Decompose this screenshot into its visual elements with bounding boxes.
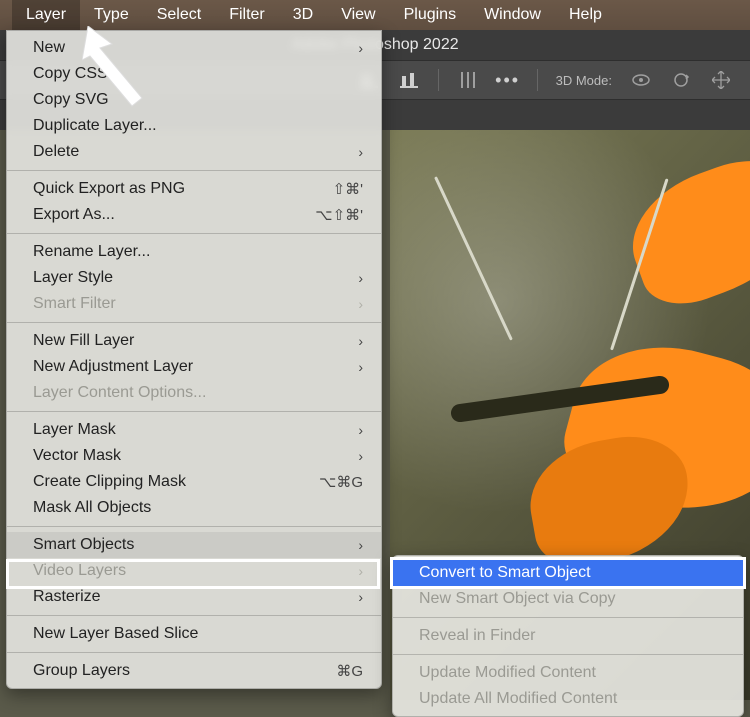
layer-menu-panel: New› Copy CSS Copy SVG Duplicate Layer..… [6, 30, 382, 689]
menu-quick-export-png[interactable]: Quick Export as PNG⇧⌘' [7, 176, 381, 202]
menu-group-layers[interactable]: Group Layers⌘G [7, 658, 381, 684]
chevron-right-icon: › [358, 144, 363, 160]
menubar-type[interactable]: Type [80, 0, 143, 30]
menu-video-layers: Video Layers› [7, 558, 381, 584]
menu-separator [7, 615, 381, 616]
menu-layer-content-options: Layer Content Options... [7, 380, 381, 406]
chevron-right-icon: › [358, 563, 363, 579]
more-options-icon[interactable]: ••• [497, 69, 519, 91]
menubar-filter[interactable]: Filter [215, 0, 279, 30]
menu-copy-css[interactable]: Copy CSS [7, 61, 381, 87]
menu-delete[interactable]: Delete› [7, 139, 381, 165]
menu-new[interactable]: New› [7, 35, 381, 61]
smart-objects-submenu: Convert to Smart Object New Smart Object… [392, 555, 744, 717]
menu-vector-mask[interactable]: Vector Mask› [7, 443, 381, 469]
chevron-right-icon: › [358, 40, 363, 56]
submenu-convert-to-smart-object[interactable]: Convert to Smart Object [393, 560, 743, 586]
menu-separator [7, 652, 381, 653]
menu-rename-layer[interactable]: Rename Layer... [7, 239, 381, 265]
menu-separator [393, 654, 743, 655]
menu-separator [7, 233, 381, 234]
orbit-icon[interactable] [630, 69, 652, 91]
menu-copy-svg[interactable]: Copy SVG [7, 87, 381, 113]
menu-create-clipping-mask[interactable]: Create Clipping Mask⌥⌘G [7, 469, 381, 495]
menu-layer-mask[interactable]: Layer Mask› [7, 417, 381, 443]
menu-separator [393, 617, 743, 618]
menu-rasterize[interactable]: Rasterize› [7, 584, 381, 610]
menu-duplicate-layer[interactable]: Duplicate Layer... [7, 113, 381, 139]
menubar-3d[interactable]: 3D [279, 0, 327, 30]
menubar-help[interactable]: Help [555, 0, 616, 30]
menu-layer-style[interactable]: Layer Style› [7, 265, 381, 291]
menubar-select[interactable]: Select [143, 0, 215, 30]
submenu-update-modified-content: Update Modified Content [393, 660, 743, 686]
chevron-right-icon: › [358, 589, 363, 605]
submenu-new-smart-object-via-copy: New Smart Object via Copy [393, 586, 743, 612]
submenu-reveal-in-finder: Reveal in Finder [393, 623, 743, 649]
menu-separator [7, 170, 381, 171]
chevron-right-icon: › [358, 296, 363, 312]
image-content [434, 176, 513, 340]
menu-new-fill-layer[interactable]: New Fill Layer› [7, 328, 381, 354]
menu-export-as[interactable]: Export As...⌥⇧⌘' [7, 202, 381, 228]
menubar-window[interactable]: Window [470, 0, 555, 30]
menu-new-layer-based-slice[interactable]: New Layer Based Slice [7, 621, 381, 647]
menubar-view[interactable]: View [327, 0, 389, 30]
divider [438, 69, 439, 91]
menu-separator [7, 526, 381, 527]
image-content [615, 143, 750, 317]
menubar-plugins[interactable]: Plugins [390, 0, 470, 30]
menu-smart-objects[interactable]: Smart Objects› [7, 532, 381, 558]
menu-smart-filter: Smart Filter› [7, 291, 381, 317]
menu-mask-all-objects[interactable]: Mask All Objects [7, 495, 381, 521]
chevron-right-icon: › [358, 359, 363, 375]
menubar-layer[interactable]: Layer [12, 0, 80, 30]
submenu-update-all-modified-content: Update All Modified Content [393, 686, 743, 712]
mode-label: 3D Mode: [556, 73, 612, 88]
chevron-right-icon: › [358, 422, 363, 438]
distribute-icon[interactable] [457, 69, 479, 91]
divider [537, 69, 538, 91]
menu-separator [7, 411, 381, 412]
chevron-right-icon: › [358, 537, 363, 553]
chevron-right-icon: › [358, 270, 363, 286]
align-bottom-icon[interactable] [398, 69, 420, 91]
menu-new-adjustment-layer[interactable]: New Adjustment Layer› [7, 354, 381, 380]
pan-icon[interactable] [710, 69, 732, 91]
app-menubar: Layer Type Select Filter 3D View Plugins… [0, 0, 750, 30]
chevron-right-icon: › [358, 448, 363, 464]
chevron-right-icon: › [358, 333, 363, 349]
menu-separator [7, 322, 381, 323]
rotate-icon[interactable] [670, 69, 692, 91]
